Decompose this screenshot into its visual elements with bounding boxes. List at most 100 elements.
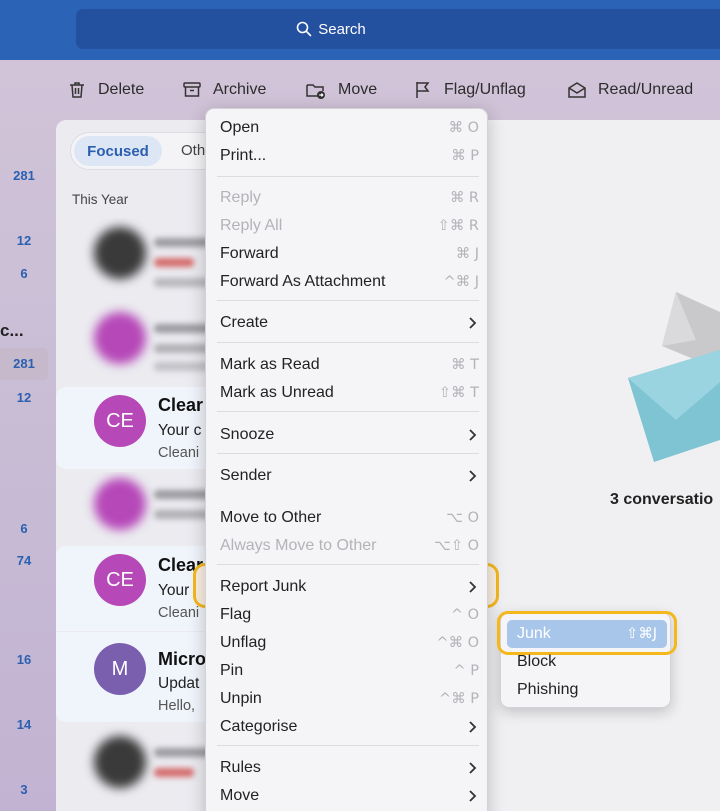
folder-count[interactable]: 6 — [0, 266, 48, 281]
menu-item-move-to-other[interactable]: Move to Other ⌥ O — [206, 504, 489, 532]
sender-name: Clear — [158, 395, 204, 415]
menu-item-open[interactable]: Open ⌘ O — [206, 114, 489, 142]
avatar: CE — [94, 554, 146, 606]
blurred-text — [154, 768, 194, 777]
menu-item-snooze[interactable]: Snooze — [206, 421, 489, 449]
menu-item-reply: Reply ⌘ R — [206, 184, 489, 212]
tab-other[interactable]: Oth — [181, 133, 205, 169]
menu-item-label: Create — [220, 314, 269, 331]
menu-item-unpin[interactable]: Unpin ^⌘ P — [206, 685, 489, 713]
menu-item-always-move-to-other: Always Move to Other ⌥⇧ O — [206, 532, 489, 560]
menu-separator — [217, 745, 479, 746]
menu-item-label: Forward As Attachment — [220, 273, 386, 290]
list-item-blurred[interactable] — [56, 218, 216, 300]
read-unread-label: Read/Unread — [598, 81, 694, 98]
chevron-right-icon — [469, 721, 477, 733]
menu-item-label: Flag — [220, 606, 252, 623]
list-item[interactable]: CE Clear Your c Cleani — [56, 387, 216, 469]
menu-item-rules[interactable]: Rules — [206, 754, 489, 782]
folder-count[interactable]: 14 — [0, 717, 48, 732]
menu-item-move[interactable]: Move — [206, 782, 489, 810]
flag-unflag-label: Flag/Unflag — [444, 81, 526, 98]
message-preview: Hello, — [158, 698, 196, 714]
folder-count[interactable]: 281 — [0, 168, 48, 183]
avatar — [94, 736, 146, 788]
search-field[interactable]: Search — [76, 9, 720, 49]
menu-separator — [217, 453, 479, 454]
folder-move-icon — [306, 84, 325, 99]
search-icon — [296, 21, 312, 37]
message-subject: Your c — [158, 422, 202, 439]
menu-item-shortcut: ⇧⌘ R — [437, 218, 479, 234]
avatar — [94, 312, 146, 364]
menu-item-label: Mark as Read — [220, 356, 320, 373]
move-label: Move — [338, 81, 378, 98]
chevron-right-icon — [469, 581, 477, 593]
chevron-right-icon — [469, 429, 477, 441]
list-item-blurred[interactable] — [56, 726, 216, 811]
menu-item-unflag[interactable]: Unflag ^⌘ O — [206, 629, 489, 657]
list-item-blurred[interactable] — [56, 302, 216, 384]
blurred-text — [154, 258, 194, 267]
menu-item-mark-as-unread[interactable]: Mark as Unread ⇧⌘ T — [206, 379, 489, 407]
menu-item-forward[interactable]: Forward ⌘ J — [206, 240, 489, 268]
menu-item-label: Move — [220, 787, 260, 804]
junk-highlight — [497, 611, 677, 655]
menu-item-label: Forward — [220, 245, 279, 262]
menu-item-label: Mark as Unread — [220, 384, 334, 401]
menu-item-shortcut: ⇧⌘ T — [438, 385, 479, 401]
delete-button[interactable]: Delete — [67, 60, 144, 120]
delete-label: Delete — [98, 81, 145, 98]
menu-separator — [217, 300, 479, 301]
menu-item-shortcut: ^⌘ P — [438, 691, 479, 707]
menu-item-block[interactable]: Block — [517, 653, 556, 671]
folder-count[interactable]: 12 — [0, 233, 48, 248]
menu-item-flag[interactable]: Flag ^ O — [206, 601, 489, 629]
menu-item-label: Categorise — [220, 718, 298, 735]
menu-item-print[interactable]: Print... ⌘ P — [206, 142, 489, 170]
folder-count[interactable]: 16 — [0, 652, 48, 667]
tab-focused[interactable]: Focused — [74, 136, 162, 166]
chevron-right-icon — [469, 470, 477, 482]
envelope-open-icon — [568, 82, 586, 98]
avatar: M — [94, 643, 146, 695]
selection-status: 3 conversatio — [610, 491, 714, 508]
menu-item-shortcut: ^⌘ J — [443, 274, 479, 290]
folder-count[interactable]: 6 — [0, 521, 48, 536]
sender-name: Micro — [158, 649, 207, 669]
menu-item-pin[interactable]: Pin ^ P — [206, 657, 489, 685]
list-item[interactable]: CE Clear Your c Cleani — [56, 546, 216, 631]
folder-name-truncated[interactable]: c... — [0, 321, 24, 341]
folder-count-selected[interactable]: 281 — [0, 348, 48, 380]
folder-count[interactable]: 74 — [0, 553, 48, 568]
read-unread-button[interactable]: Read/Unread — [567, 60, 693, 120]
menu-item-create[interactable]: Create — [206, 309, 489, 337]
menu-item-report-junk[interactable]: Report Junk — [206, 573, 489, 601]
menu-separator — [217, 342, 479, 343]
message-preview: Cleani — [158, 445, 200, 461]
menu-item-shortcut: ⌘ R — [449, 190, 479, 206]
menu-item-phishing[interactable]: Phishing — [517, 681, 578, 699]
title-bar: Search — [0, 0, 720, 60]
archive-label: Archive — [213, 81, 267, 98]
message-preview: Cleani — [158, 605, 200, 621]
menu-item-label: Always Move to Other — [220, 537, 377, 554]
menu-item-label: Report Junk — [220, 578, 307, 595]
menu-item-categorise[interactable]: Categorise — [206, 713, 489, 741]
avatar — [94, 227, 146, 279]
section-header: This Year — [72, 192, 129, 207]
folder-count[interactable]: 12 — [0, 390, 48, 405]
menu-item-mark-as-read[interactable]: Mark as Read ⌘ T — [206, 351, 489, 379]
menu-item-forward-as-attachment[interactable]: Forward As Attachment ^⌘ J — [206, 268, 489, 296]
menu-item-sender[interactable]: Sender — [206, 462, 489, 490]
message-list: Focused Oth This Year CE Clear Your c Cl… — [56, 120, 216, 811]
avatar — [94, 478, 146, 530]
chevron-right-icon — [469, 790, 477, 802]
flag-icon — [416, 82, 430, 98]
trash-icon — [70, 82, 84, 98]
menu-item-label: Move to Other — [220, 509, 322, 526]
list-item[interactable]: M Micro Updat Hello, — [56, 632, 216, 722]
folder-count[interactable]: 3 — [0, 782, 48, 797]
menu-item-shortcut: ⌘ J — [455, 246, 479, 262]
list-item-blurred[interactable] — [56, 472, 216, 544]
